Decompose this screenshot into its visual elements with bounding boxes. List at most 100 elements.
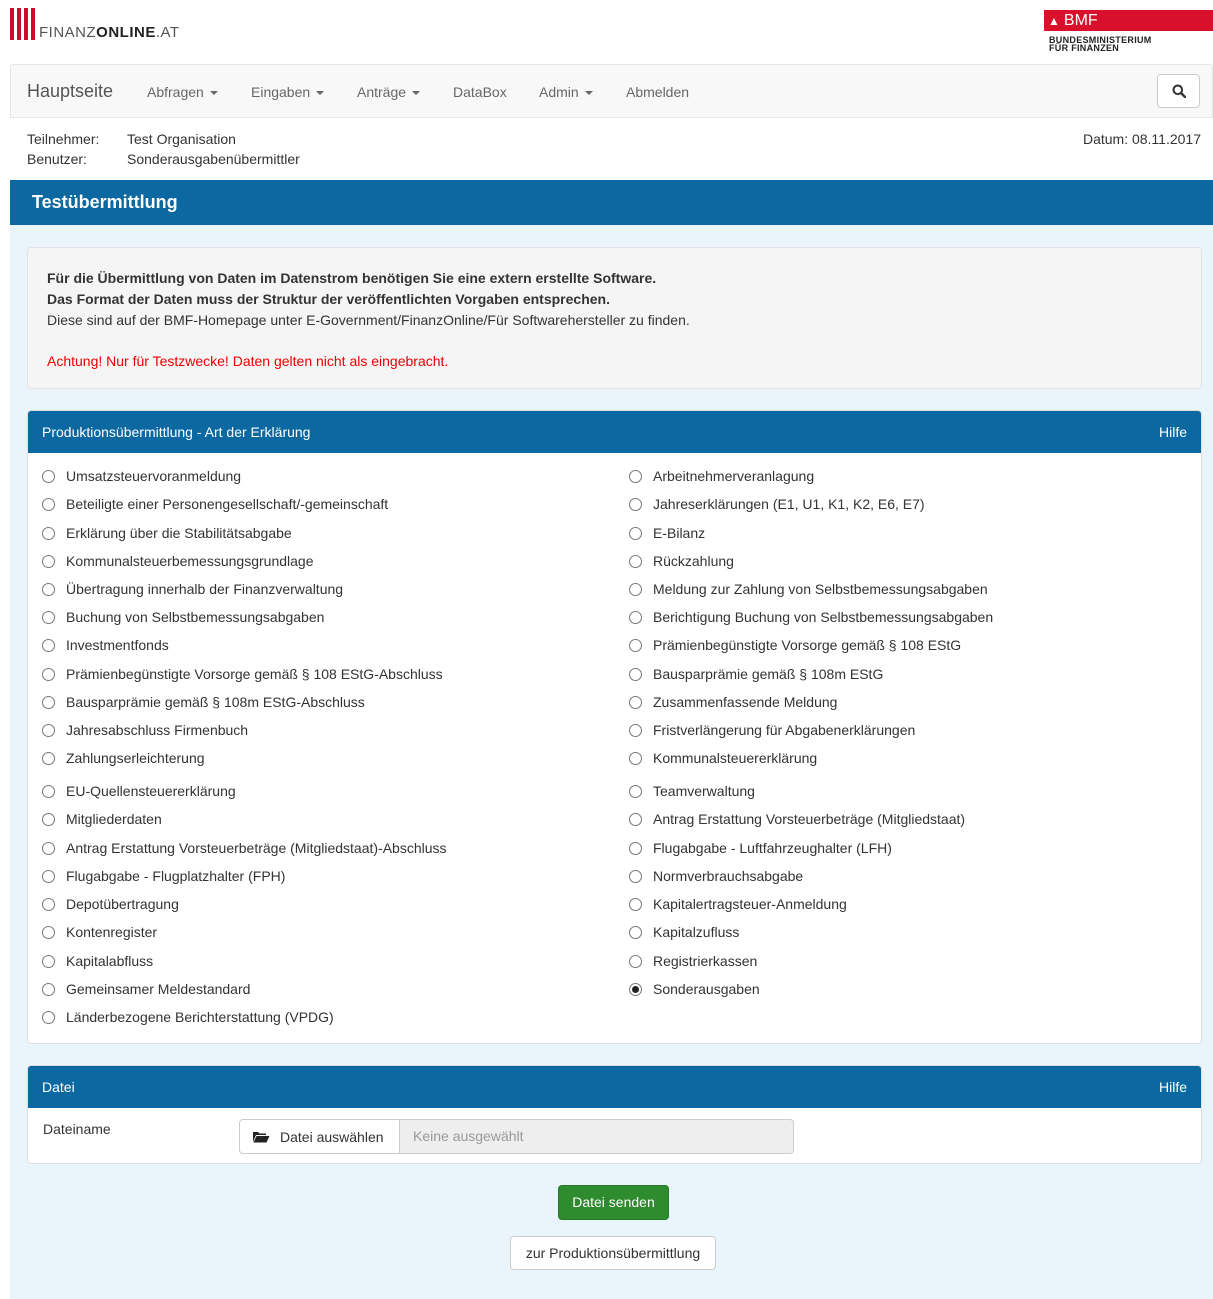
radio-option-bausparpr-mie-gem-108m-estg[interactable]: Bausparprämie gemäß § 108m EStG: [629, 666, 883, 682]
radio-option-normverbrauchsabgabe[interactable]: Normverbrauchsabgabe: [629, 868, 803, 884]
radio-button[interactable]: [42, 695, 55, 709]
nav-item-databox[interactable]: DataBox: [453, 84, 507, 100]
radio-button[interactable]: [42, 554, 55, 568]
radio-option-depot-bertragung[interactable]: Depotübertragung: [42, 896, 179, 912]
choose-file-button[interactable]: Datei auswählen: [239, 1119, 400, 1154]
radio-option-mitgliederdaten[interactable]: Mitgliederdaten: [42, 811, 162, 827]
radio-label: Investmentfonds: [66, 637, 169, 653]
radio-button[interactable]: [629, 667, 642, 681]
radio-button[interactable]: [42, 982, 55, 996]
radio-button[interactable]: [629, 723, 642, 737]
radio-option-zahlungserleichterung[interactable]: Zahlungserleichterung: [42, 750, 205, 766]
radio-button[interactable]: [42, 869, 55, 883]
radio-option-pr-mienbeg-nstigte-vorsorge-gem-108-estg[interactable]: Prämienbegünstigte Vorsorge gemäß § 108 …: [629, 637, 961, 653]
radio-option-beteiligte-einer-personengesellschaft-gemeinschaft[interactable]: Beteiligte einer Personengesellschaft/-g…: [42, 496, 388, 512]
nav-item-eingaben[interactable]: Eingaben: [251, 84, 325, 100]
radio-button[interactable]: [42, 582, 55, 596]
nav-item-abfragen[interactable]: Abfragen: [147, 84, 218, 100]
radio-button[interactable]: [629, 582, 642, 596]
declaration-help-link[interactable]: Hilfe: [1159, 424, 1187, 440]
radio-option-gemeinsamer-meldestandard[interactable]: Gemeinsamer Meldestandard: [42, 981, 250, 997]
radio-button[interactable]: [629, 695, 642, 709]
file-help-link[interactable]: Hilfe: [1159, 1079, 1187, 1095]
back-to-production-button[interactable]: zur Produktionsübermittlung: [510, 1236, 716, 1270]
radio-button[interactable]: [629, 982, 642, 996]
selected-file-field[interactable]: Keine ausgewählt: [399, 1119, 794, 1154]
bmf-logo[interactable]: ▲ BMF BUNDESMINISTERIUM FÜR FINANZEN: [1044, 10, 1213, 53]
radio-option-sonderausgaben[interactable]: Sonderausgaben: [629, 981, 760, 997]
participant-label: Teilnehmer:: [27, 131, 100, 147]
radio-option-kontenregister[interactable]: Kontenregister: [42, 924, 157, 940]
finanzonline-logo[interactable]: FINANZONLINE.AT: [10, 8, 180, 40]
radio-option-registrierkassen[interactable]: Registrierkassen: [629, 953, 757, 969]
radio-button[interactable]: [629, 869, 642, 883]
radio-button[interactable]: [629, 841, 642, 855]
radio-option-flugabgabe-luftfahrzeughalter-lfh[interactable]: Flugabgabe - Luftfahrzeughalter (LFH): [629, 840, 892, 856]
radio-option-r-ckzahlung[interactable]: Rückzahlung: [629, 553, 734, 569]
radio-button[interactable]: [42, 723, 55, 737]
radio-button[interactable]: [629, 554, 642, 568]
radio-option-kommunalsteuerbemessungsgrundlage[interactable]: Kommunalsteuerbemessungsgrundlage: [42, 553, 313, 569]
radio-option-bertragung-innerhalb-der-finanzverwaltung[interactable]: Übertragung innerhalb der Finanzverwaltu…: [42, 581, 343, 597]
radio-option-arbeitnehmerveranlagung[interactable]: Arbeitnehmerveranlagung: [629, 468, 814, 484]
radio-option-bausparpr-mie-gem-108m-estg-abschluss[interactable]: Bausparprämie gemäß § 108m EStG-Abschlus…: [42, 694, 365, 710]
radio-button[interactable]: [42, 751, 55, 765]
radio-button[interactable]: [42, 925, 55, 939]
nav-item-antraege[interactable]: Anträge: [357, 84, 421, 100]
radio-option-kapitalertragsteuer-anmeldung[interactable]: Kapitalertragsteuer-Anmeldung: [629, 896, 847, 912]
radio-option-jahresabschluss-firmenbuch[interactable]: Jahresabschluss Firmenbuch: [42, 722, 248, 738]
radio-option-antrag-erstattung-vorsteuerbetr-ge-mitgliedstaat[interactable]: Antrag Erstattung Vorsteuerbeträge (Mitg…: [629, 811, 965, 827]
nav-item-admin[interactable]: Admin: [539, 84, 593, 100]
radio-button[interactable]: [629, 526, 642, 540]
radio-option-antrag-erstattung-vorsteuerbetr-ge-mitgliedstaat-abschluss[interactable]: Antrag Erstattung Vorsteuerbeträge (Mitg…: [42, 840, 447, 856]
radio-button[interactable]: [629, 954, 642, 968]
radio-button[interactable]: [42, 897, 55, 911]
send-file-button[interactable]: Datei senden: [558, 1185, 669, 1220]
radio-option-kapitalabfluss[interactable]: Kapitalabfluss: [42, 953, 153, 969]
radio-button[interactable]: [629, 638, 642, 652]
radio-button[interactable]: [42, 841, 55, 855]
radio-button[interactable]: [629, 610, 642, 624]
radio-button[interactable]: [42, 469, 55, 483]
test-warning: Achtung! Nur für Testzwecke! Daten gelte…: [47, 353, 449, 369]
radio-button[interactable]: [42, 784, 55, 798]
radio-button[interactable]: [629, 784, 642, 798]
radio-button[interactable]: [42, 667, 55, 681]
radio-option-investmentfonds[interactable]: Investmentfonds: [42, 637, 169, 653]
radio-option-teamverwaltung[interactable]: Teamverwaltung: [629, 783, 755, 799]
radio-button[interactable]: [42, 1010, 55, 1024]
radio-button[interactable]: [42, 954, 55, 968]
radio-option-kommunalsteuererkl-rung[interactable]: Kommunalsteuererklärung: [629, 750, 817, 766]
radio-option-fristverl-ngerung-f-r-abgabenerkl-rungen[interactable]: Fristverlängerung für Abgabenerklärungen: [629, 722, 915, 738]
radio-button[interactable]: [629, 497, 642, 511]
radio-option-berichtigung-buchung-von-selbstbemessungsabgaben[interactable]: Berichtigung Buchung von Selbstbemessung…: [629, 609, 993, 625]
radio-option-pr-mienbeg-nstigte-vorsorge-gem-108-estg-abschluss[interactable]: Prämienbegünstigte Vorsorge gemäß § 108 …: [42, 666, 443, 682]
radio-button[interactable]: [629, 469, 642, 483]
nav-item-abmelden[interactable]: Abmelden: [626, 84, 689, 100]
radio-button[interactable]: [629, 925, 642, 939]
radio-button[interactable]: [42, 526, 55, 540]
radio-button[interactable]: [629, 751, 642, 765]
radio-button[interactable]: [42, 638, 55, 652]
radio-button[interactable]: [42, 497, 55, 511]
radio-option-erkl-rung-ber-die-stabilit-tsabgabe[interactable]: Erklärung über die Stabilitätsabgabe: [42, 525, 292, 541]
radio-button[interactable]: [42, 812, 55, 826]
radio-option-e-bilanz[interactable]: E-Bilanz: [629, 525, 705, 541]
radio-option-meldung-zur-zahlung-von-selbstbemessungsabgaben[interactable]: Meldung zur Zahlung von Selbstbemessungs…: [629, 581, 988, 597]
nav-brand-hauptseite[interactable]: Hauptseite: [27, 81, 113, 102]
radio-option-zusammenfassende-meldung[interactable]: Zusammenfassende Meldung: [629, 694, 837, 710]
radio-button[interactable]: [42, 610, 55, 624]
radio-option-flugabgabe-flugplatzhalter-fph[interactable]: Flugabgabe - Flugplatzhalter (FPH): [42, 868, 285, 884]
bmf-logo-sub2: FÜR FINANZEN: [1049, 43, 1120, 53]
caret-down-icon: [412, 91, 421, 96]
radio-option-l-nderbezogene-berichterstattung-vpdg[interactable]: Länderbezogene Berichterstattung (VPDG): [42, 1009, 334, 1025]
radio-button[interactable]: [629, 812, 642, 826]
radio-option-kapitalzufluss[interactable]: Kapitalzufluss: [629, 924, 739, 940]
radio-label: Antrag Erstattung Vorsteuerbeträge (Mitg…: [66, 840, 447, 856]
radio-option-buchung-von-selbstbemessungsabgaben[interactable]: Buchung von Selbstbemessungsabgaben: [42, 609, 324, 625]
search-button[interactable]: [1157, 74, 1200, 108]
radio-option-eu-quellensteuererkl-rung[interactable]: EU-Quellensteuererklärung: [42, 783, 236, 799]
radio-option-umsatzsteuervoranmeldung[interactable]: Umsatzsteuervoranmeldung: [42, 468, 241, 484]
radio-button[interactable]: [629, 897, 642, 911]
radio-option-jahreserkl-rungen-e1-u1-k1-k2-e6-e7[interactable]: Jahreserklärungen (E1, U1, K1, K2, E6, E…: [629, 496, 925, 512]
